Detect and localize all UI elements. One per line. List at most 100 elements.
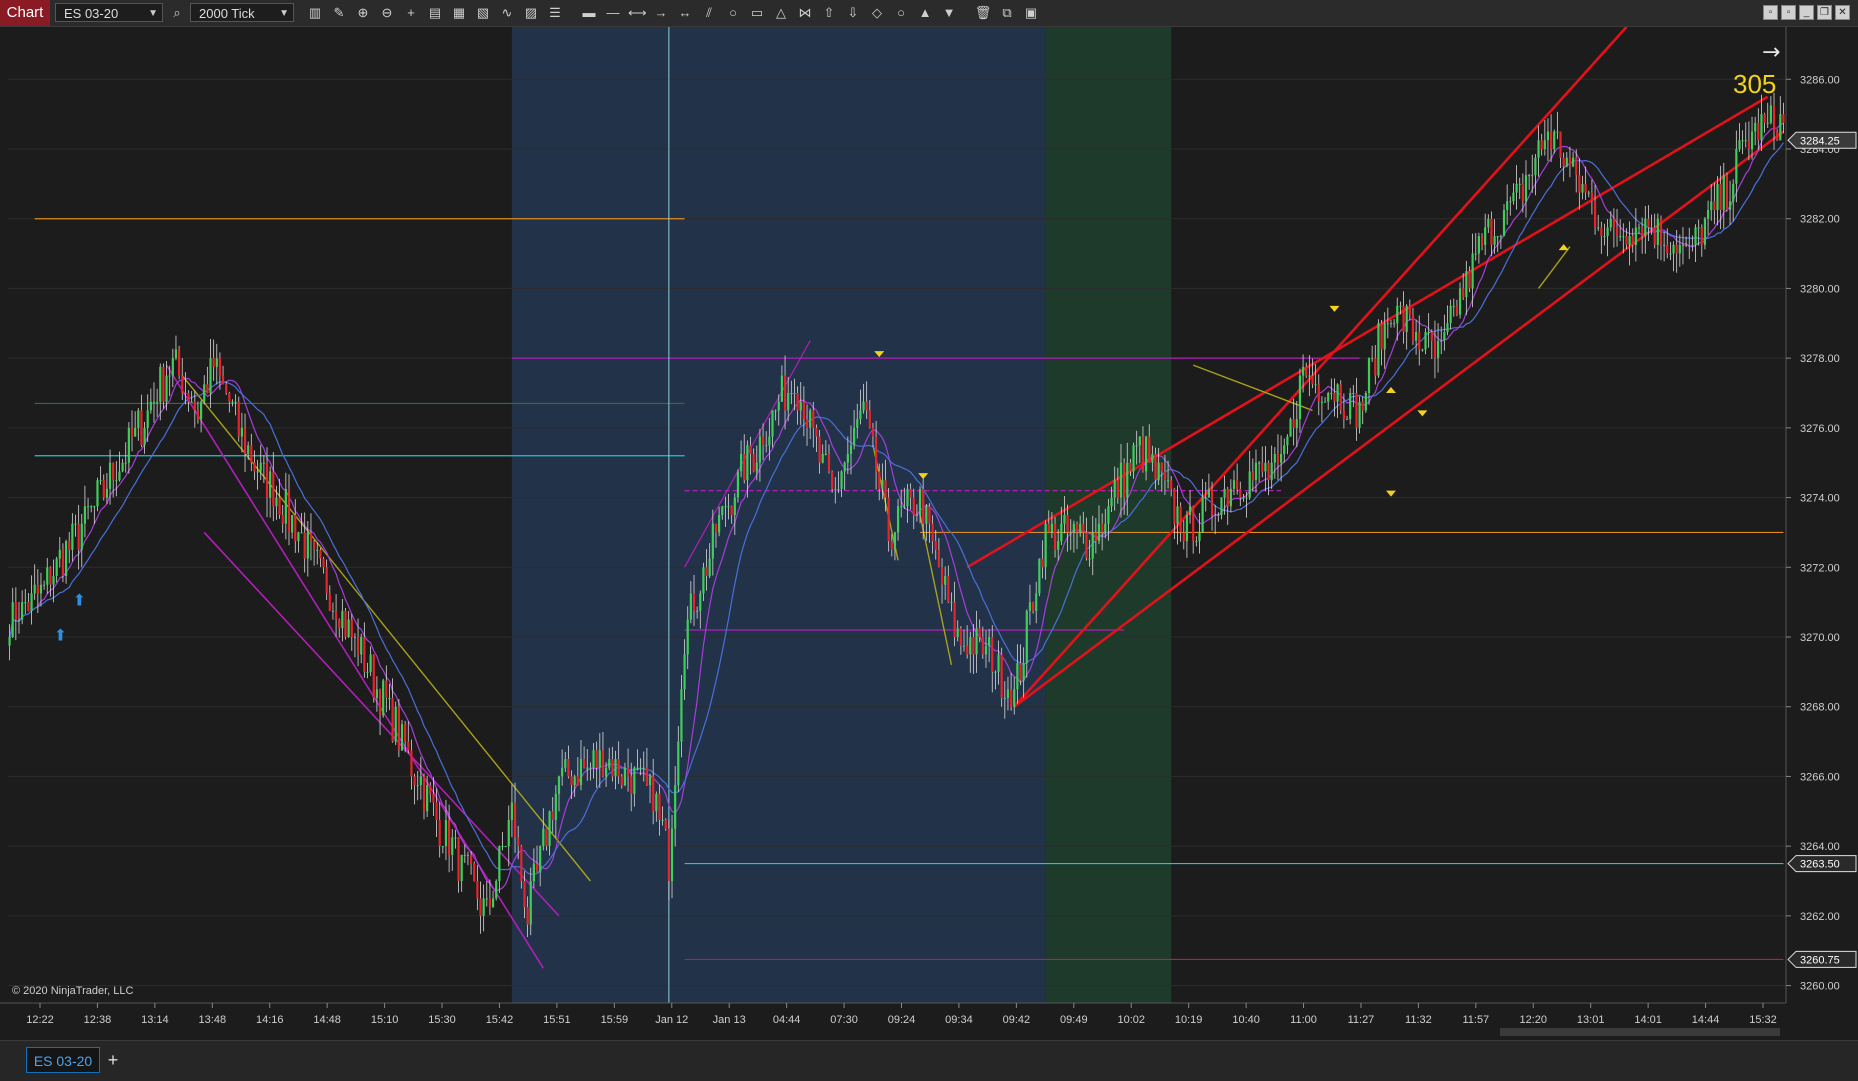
indicators-icon[interactable]: ▦ (450, 4, 468, 22)
candle-up (331, 610, 335, 612)
add-tab-button[interactable]: + (102, 1047, 124, 1073)
candle-up (43, 584, 46, 586)
tab-es-03-20[interactable]: ES 03-20 (26, 1047, 100, 1073)
list-icon[interactable]: ☰ (546, 4, 564, 22)
candle-up (341, 610, 344, 629)
candle-up (1207, 488, 1210, 498)
ray-icon[interactable]: ↔ (676, 4, 694, 22)
candle-up (46, 567, 49, 585)
rectangle-icon[interactable]: ▭ (748, 4, 766, 22)
candle-up (1050, 523, 1054, 533)
strategies-icon[interactable]: ▧ (474, 4, 492, 22)
candle-up (1499, 236, 1502, 238)
candle-down (112, 462, 115, 481)
candle-down (611, 759, 614, 777)
candle-up (388, 698, 391, 699)
triangle-up-icon[interactable]: ▲ (916, 4, 934, 22)
candle-up (1044, 523, 1047, 568)
trend-channel-icon[interactable]: ⫽ (700, 4, 718, 22)
restore-icon[interactable]: ❐ (1817, 5, 1832, 20)
candle-down (583, 759, 586, 768)
time-tick-label: 15:42 (486, 1014, 514, 1026)
candle-up (1229, 488, 1232, 507)
price-marker-label: 3263.50 (1800, 859, 1840, 871)
candle-down (1653, 227, 1656, 245)
candle-up (780, 375, 784, 402)
instrument-selector[interactable]: ES 03-20 ▼ (55, 3, 163, 22)
ruler-icon[interactable]: ▬ (580, 4, 598, 22)
candle-up (1735, 149, 1738, 184)
candle-down (664, 820, 667, 829)
arrow-down-icon[interactable]: ⇩ (844, 4, 862, 22)
template-icon[interactable]: ▣ (1022, 4, 1040, 22)
candle-up (209, 358, 212, 393)
candle-down (874, 436, 878, 472)
arrow-line-icon[interactable]: → (652, 4, 670, 22)
line-icon[interactable]: ― (604, 4, 622, 22)
candle-up (1663, 244, 1666, 246)
candle-down (802, 401, 805, 420)
crosshair-icon[interactable]: + (402, 4, 420, 22)
candle-up (74, 523, 77, 525)
interval-selector[interactable]: 2000 Tick ▼ (190, 3, 294, 22)
candle-down (1192, 506, 1195, 542)
bars-icon[interactable]: ▥ (306, 4, 324, 22)
window-tile-icon[interactable]: ▫ (1763, 5, 1778, 20)
bottom-tab-bar: ES 03-20 + (0, 1040, 1858, 1081)
chart-menu-button[interactable]: Chart (0, 0, 50, 26)
dot-icon[interactable]: ○ (892, 4, 910, 22)
triangle-icon[interactable]: △ (772, 4, 790, 22)
candle-up (846, 454, 849, 463)
candle-down (1480, 236, 1484, 245)
time-tick-label: 12:38 (84, 1014, 112, 1026)
candle-up (86, 506, 90, 508)
pencil-icon[interactable]: ✎ (330, 4, 348, 22)
search-icon[interactable]: ⌕ (168, 4, 186, 22)
properties-icon[interactable]: ▨ (522, 4, 540, 22)
candle-up (1389, 323, 1393, 325)
candle-up (1452, 305, 1455, 307)
candle-up (721, 506, 724, 515)
zoom-in-icon[interactable]: ⊕ (354, 4, 372, 22)
candle-down (385, 680, 388, 698)
copy-icon[interactable]: ⧉ (998, 4, 1016, 22)
candle-up (862, 401, 865, 411)
triangle-down-icon[interactable]: ▼ (940, 4, 958, 22)
candle-up (174, 349, 178, 359)
arrow-up-icon[interactable]: ⇧ (820, 4, 838, 22)
candle-down (212, 358, 215, 367)
candle-up (1352, 393, 1355, 394)
time-tick-label: 14:01 (1634, 1014, 1662, 1026)
candle-up (1245, 497, 1248, 499)
price-chart[interactable]: ⬆⬆ 3286.003284.003282.003280.003278.0032… (0, 27, 1858, 1039)
candle-up (739, 454, 743, 472)
candle-down (1666, 244, 1669, 254)
diamond-icon[interactable]: ◇ (868, 4, 886, 22)
candle-up (1198, 532, 1201, 542)
candle-up (99, 480, 102, 482)
close-icon[interactable]: ✕ (1835, 5, 1850, 20)
candle-down (887, 497, 890, 542)
candle-up (614, 759, 617, 777)
candle-down (49, 567, 52, 585)
candle-up (1242, 497, 1245, 499)
candle-down (334, 610, 338, 620)
navigate-right-icon[interactable]: → (1762, 40, 1780, 65)
candle-up (1760, 114, 1763, 141)
window-split-icon[interactable]: ▫ (1781, 5, 1796, 20)
trash-icon[interactable]: 🗑 (974, 4, 992, 22)
zoom-out-icon[interactable]: ⊖ (378, 4, 396, 22)
data-box-icon[interactable]: ▤ (426, 4, 444, 22)
candle-down (1757, 122, 1760, 141)
candle-down (1154, 454, 1157, 481)
ellipse-icon[interactable]: ○ (724, 4, 742, 22)
candle-up (1188, 506, 1192, 515)
plot-icon[interactable]: ∿ (498, 4, 516, 22)
extended-line-icon[interactable]: ⟷ (628, 4, 647, 22)
candle-up (1204, 497, 1207, 499)
candle-down (1226, 488, 1229, 507)
minimize-icon[interactable]: _ (1799, 5, 1814, 20)
candle-down (1430, 332, 1433, 341)
candle-up (1415, 332, 1418, 341)
fibonacci-icon[interactable]: ⋈ (796, 4, 814, 22)
